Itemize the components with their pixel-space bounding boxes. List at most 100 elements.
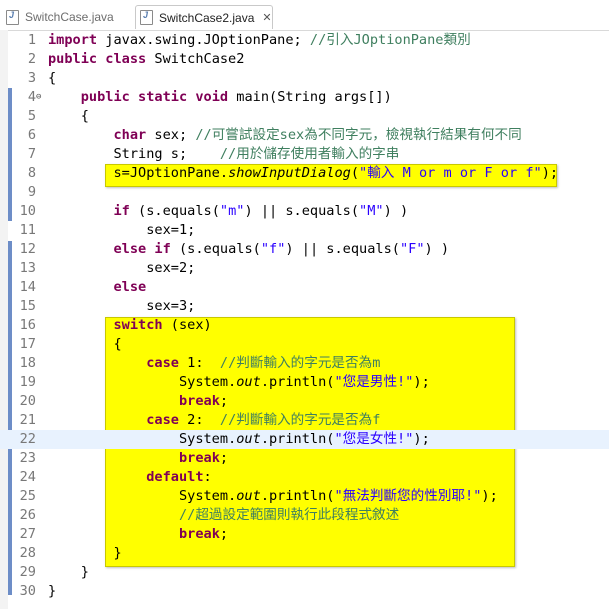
code-text: } (48, 582, 56, 601)
code-token: sex=1; (48, 222, 196, 238)
code-text: sex=2; (48, 259, 195, 278)
code-line[interactable]: 14 else (0, 278, 609, 297)
code-line[interactable]: 13 sex=2; (0, 259, 609, 278)
code-text: { (48, 335, 121, 354)
code-line[interactable]: 3{ (0, 69, 609, 88)
code-token: "M" (359, 203, 384, 219)
editor-tab-bar: J SwitchCase.java J SwitchCase2.java ✕ (0, 0, 609, 31)
code-text: break; (48, 449, 228, 468)
line-number: 21 (19, 412, 36, 428)
line-number: 23 (19, 450, 36, 466)
code-text: s=JOptionPane.showInputDialog("輸入 M or m… (48, 164, 558, 183)
line-number: 7 (27, 146, 36, 162)
code-token: if (113, 203, 130, 219)
code-token: else (113, 241, 147, 257)
code-token: "F" (399, 241, 425, 257)
code-token: System. (48, 488, 237, 504)
code-token: javax.swing.JOptionPane; (97, 32, 310, 48)
code-line[interactable]: 7 String s; //用於儲存使用者輸入的字串 (0, 145, 609, 164)
code-token: (s.equals( (170, 241, 261, 257)
code-token: ) || s.equals( (285, 241, 400, 257)
code-token: : (203, 469, 212, 485)
code-token: break (178, 450, 220, 466)
tab-switchcase2-java[interactable]: J SwitchCase2.java ✕ (135, 5, 273, 29)
code-line[interactable]: 20 break; (0, 392, 609, 411)
code-line[interactable]: 23 break; (0, 449, 609, 468)
code-line[interactable]: 28 } (0, 544, 609, 563)
code-token: if (154, 241, 171, 257)
code-token: public (80, 89, 130, 105)
code-line[interactable]: 16 switch (sex) (0, 316, 609, 335)
code-token: ) ) (424, 241, 450, 257)
code-token: //可嘗試設定sex為不同字元，檢視執行結果有何不同 (195, 127, 522, 143)
code-text: sex=3; (48, 297, 195, 316)
tab-switchcase-java[interactable]: J SwitchCase.java (6, 5, 130, 29)
code-line[interactable]: 10 if (s.equals("m") || s.equals("M") ) (0, 202, 609, 221)
code-text: //超過設定範圍則執行此段程式敘述 (48, 506, 399, 525)
code-line[interactable]: 9 (0, 183, 609, 202)
code-line[interactable]: 27 break; (0, 525, 609, 544)
line-number: 13 (19, 260, 36, 276)
line-number: 2 (27, 51, 36, 67)
code-text: } (48, 544, 121, 563)
code-line[interactable]: 17 { (0, 335, 609, 354)
code-token: ) ) (383, 203, 409, 219)
code-token: default (146, 469, 204, 485)
line-number: 26 (19, 507, 36, 523)
code-editor[interactable]: 1 import javax.swing.JOptionPane; //引入JOp… (0, 31, 609, 601)
close-icon[interactable]: ✕ (262, 11, 271, 24)
code-text: else if (s.equals("f") || s.equals("F") … (48, 240, 449, 259)
line-number: 30 (19, 583, 36, 599)
code-token: out (236, 488, 261, 504)
code-line[interactable]: 24 default: (0, 468, 609, 487)
code-token: ; (219, 526, 229, 542)
code-token: "輸入 M or m or F or f" (359, 165, 542, 181)
code-token: ) || s.equals( (244, 203, 360, 219)
code-line[interactable]: 2 public class SwitchCase2 (0, 50, 609, 69)
code-line[interactable]: 25 System.out.println("無法判斷您的性別耶!"); (0, 487, 609, 506)
code-line[interactable]: 29 } (0, 563, 609, 582)
code-token: "m" (219, 203, 245, 219)
code-line[interactable]: 1 import javax.swing.JOptionPane; //引入JOp… (0, 31, 609, 50)
code-line[interactable]: 8 s=JOptionPane.showInputDialog("輸入 M or… (0, 164, 609, 183)
line-number: 15 (19, 298, 36, 314)
line-number: 16 (19, 317, 36, 333)
fold-toggle-icon[interactable]: ⊖ (36, 88, 41, 107)
code-text: switch (sex) (48, 316, 211, 335)
code-line[interactable]: 18 case 1: //判斷輸入的字元是否為m (0, 354, 609, 373)
code-token: "無法判斷您的性別耶!" (334, 488, 482, 504)
code-token: ( (350, 165, 360, 181)
code-token: public (48, 51, 98, 67)
code-line[interactable]: 15 sex=3; (0, 297, 609, 316)
code-token: "您是男性!" (334, 374, 414, 390)
code-line[interactable]: 30} (0, 582, 609, 601)
code-text: } (48, 563, 89, 582)
code-line[interactable]: 4 ⊖ public static void main(String args[]… (0, 88, 609, 107)
line-number: 27 (19, 526, 36, 542)
code-line[interactable]: 22 System.out.println("您是女性!"); (0, 430, 609, 449)
code-line[interactable]: 26 //超過設定範圍則執行此段程式敘述 (0, 506, 609, 525)
code-line[interactable]: 21 case 2: //判斷輸入的字元是否為f (0, 411, 609, 430)
code-token: System. (48, 431, 237, 447)
code-line[interactable]: 12 else if (s.equals("f") || s.equals("F… (0, 240, 609, 259)
code-line[interactable]: 19 System.out.println("您是男性!"); (0, 373, 609, 392)
code-line[interactable]: 6 char sex; //可嘗試設定sex為不同字元，檢視執行結果有何不同 (0, 126, 609, 145)
code-token: ); (481, 488, 498, 504)
code-token: switch (113, 317, 163, 333)
code-text: break; (48, 525, 228, 544)
code-text: default: (48, 468, 212, 487)
code-token: import (48, 32, 98, 48)
line-number: 18 (19, 355, 36, 371)
code-line[interactable]: 11 sex=1; (0, 221, 609, 240)
code-text: case 1: //判斷輸入的字元是否為m (48, 354, 380, 373)
line-number: 10 (19, 203, 36, 219)
code-line[interactable]: 5 { (0, 107, 609, 126)
line-number: 11 (19, 222, 36, 238)
